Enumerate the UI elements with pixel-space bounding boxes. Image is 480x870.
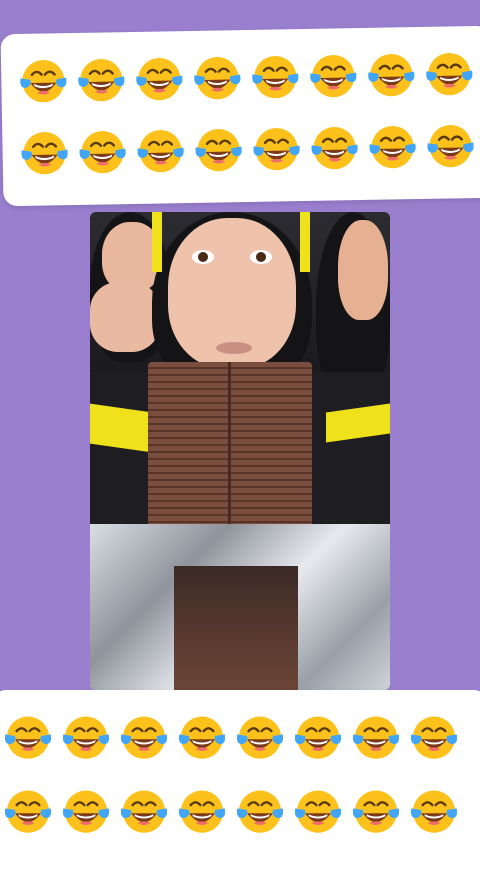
face-with-tears-of-joy-icon	[176, 784, 228, 836]
face-with-tears-of-joy-icon	[366, 119, 419, 172]
face-with-tears-of-joy-icon	[350, 784, 402, 836]
right-eye	[250, 250, 272, 264]
video-frame	[90, 212, 390, 690]
face-with-tears-of-joy-icon	[176, 710, 228, 762]
face-with-tears-of-joy-icon	[76, 124, 129, 177]
left-person-hands	[90, 282, 160, 352]
chocolate-slot	[174, 566, 298, 690]
face-with-tears-of-joy-icon	[308, 120, 361, 173]
top-emoji-banner	[0, 25, 480, 207]
face-with-tears-of-joy-icon	[2, 784, 54, 836]
face-with-tears-of-joy-icon	[249, 49, 302, 102]
emoji-row	[17, 46, 476, 106]
face-with-tears-of-joy-icon	[423, 46, 476, 99]
face-with-tears-of-joy-icon	[191, 50, 244, 103]
face-with-tears-of-joy-icon	[118, 710, 170, 762]
face-with-tears-of-joy-icon	[60, 784, 112, 836]
face-with-tears-of-joy-icon	[60, 710, 112, 762]
face-with-tears-of-joy-icon	[118, 784, 170, 836]
face-with-tears-of-joy-icon	[365, 47, 418, 100]
mouth	[216, 342, 252, 354]
hood-stripe	[152, 212, 162, 272]
left-eye	[192, 250, 214, 264]
emoji-row	[2, 784, 460, 836]
face-with-tears-of-joy-icon	[234, 710, 286, 762]
face-with-tears-of-joy-icon	[192, 122, 245, 175]
face-with-tears-of-joy-icon	[292, 710, 344, 762]
face-with-tears-of-joy-icon	[234, 784, 286, 836]
face-with-tears-of-joy-icon	[408, 784, 460, 836]
face-with-tears-of-joy-icon	[75, 52, 128, 105]
hood-stripe	[300, 212, 310, 272]
face-with-tears-of-joy-icon	[133, 51, 186, 104]
face-with-tears-of-joy-icon	[350, 710, 402, 762]
face-with-tears-of-joy-icon	[307, 48, 360, 101]
face-with-tears-of-joy-icon	[134, 123, 187, 176]
face-with-tears-of-joy-icon	[424, 118, 477, 171]
jacket-stripe	[90, 403, 152, 453]
emoji-row	[2, 710, 460, 762]
face-with-tears-of-joy-icon	[292, 784, 344, 836]
face-with-tears-of-joy-icon	[17, 53, 70, 106]
right-person-face	[338, 220, 388, 320]
bottom-emoji-banner	[0, 690, 480, 870]
face-with-tears-of-joy-icon	[408, 710, 460, 762]
face-with-tears-of-joy-icon	[18, 125, 71, 178]
face-with-tears-of-joy-icon	[250, 121, 303, 174]
face-with-tears-of-joy-icon	[2, 710, 54, 762]
emoji-row	[18, 118, 477, 178]
